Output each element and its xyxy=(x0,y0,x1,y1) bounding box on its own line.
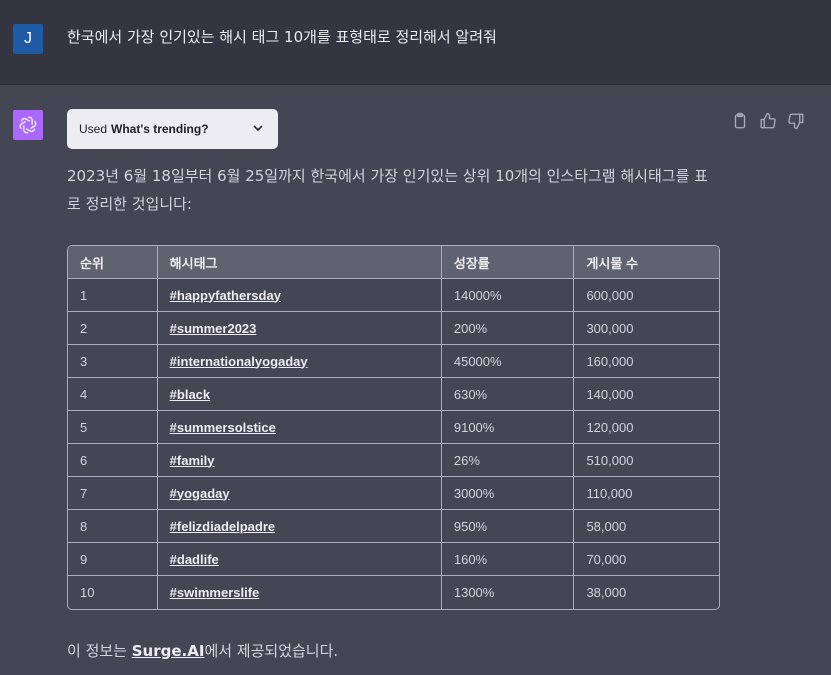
table-row: 8 #felizdiadelpadre 950% 58,000 xyxy=(68,510,719,543)
header-posts: 게시물 수 xyxy=(574,246,719,279)
hashtag-link[interactable]: #felizdiadelpadre xyxy=(157,510,442,543)
posts-cell: 600,000 xyxy=(574,279,719,312)
growth-cell: 14000% xyxy=(441,279,575,312)
hashtag-link[interactable]: #yogaday xyxy=(157,477,442,510)
source-link[interactable]: Surge.AI xyxy=(132,642,205,660)
plugin-name: What's trending? xyxy=(111,122,209,136)
rank-cell: 9 xyxy=(68,543,158,576)
table-header-row: 순위 해시태그 성장률 게시물 수 xyxy=(68,246,719,279)
clipboard-icon[interactable] xyxy=(731,112,749,130)
hashtag-link[interactable]: #dadlife xyxy=(157,543,442,576)
hashtag-link[interactable]: #happyfathersday xyxy=(157,279,442,312)
posts-cell: 70,000 xyxy=(574,543,719,576)
rank-cell: 6 xyxy=(68,444,158,477)
posts-cell: 38,000 xyxy=(586,585,627,600)
growth-cell: 630% xyxy=(441,378,575,411)
hashtag-link[interactable]: #summer2023 xyxy=(157,312,442,345)
growth-cell: 950% xyxy=(441,510,575,543)
growth-cell: 45000% xyxy=(441,345,575,378)
assistant-intro-text: 2023년 6월 18일부터 6월 25일까지 한국에서 가장 인기있는 상위 … xyxy=(67,167,708,213)
table-row: 4 #black 630% 140,000 xyxy=(68,378,719,411)
table-row: 2 #summer2023 200% 300,000 xyxy=(68,312,719,345)
growth-cell: 200% xyxy=(441,312,575,345)
rank-cell: 3 xyxy=(68,345,158,378)
message-actions xyxy=(731,112,811,132)
posts-cell: 140,000 xyxy=(574,378,719,411)
chevron-down-icon xyxy=(252,122,264,137)
posts-cell: 510,000 xyxy=(574,444,719,477)
rank-cell: 5 xyxy=(68,411,158,444)
rank-cell: 10 xyxy=(68,576,158,609)
growth-cell: 3000% xyxy=(441,477,575,510)
openai-logo-icon xyxy=(13,110,43,140)
user-message-row: J 한국에서 가장 인기있는 해시 태그 10개를 표형태로 정리해서 알려줘 xyxy=(0,0,831,85)
table-row: 5 #summersolstice 9100% 120,000 xyxy=(68,411,719,444)
thumbs-down-icon[interactable] xyxy=(787,112,805,130)
rank-cell: 8 xyxy=(68,510,158,543)
hashtag-link[interactable]: #internationalyogaday xyxy=(157,345,442,378)
table-row: 6 #family 26% 510,000 xyxy=(68,444,719,477)
header-growth: 성장률 xyxy=(441,246,575,279)
hashtag-link[interactable]: #family xyxy=(157,444,442,477)
plugin-used-dropdown[interactable]: Used What's trending? xyxy=(67,109,278,149)
outro-before: 이 정보는 xyxy=(67,642,132,660)
posts-cell: 300,000 xyxy=(574,312,719,345)
hashtag-link[interactable]: #black xyxy=(157,378,442,411)
table-row: 3 #internationalyogaday 45000% 160,000 xyxy=(68,345,719,378)
thumbs-up-icon[interactable] xyxy=(759,112,777,130)
growth-cell: 9100% xyxy=(441,411,575,444)
rank-cell: 1 xyxy=(68,279,158,312)
posts-cell: 110,000 xyxy=(574,477,719,510)
table-row: 7 #yogaday 3000% 110,000 xyxy=(68,477,719,510)
user-avatar: J xyxy=(13,24,43,54)
growth-cell: 26% xyxy=(441,444,575,477)
header-rank: 순위 xyxy=(68,246,158,279)
posts-cell: 58,000 xyxy=(574,510,719,543)
outro-after: 에서 제공되었습니다. xyxy=(204,642,339,660)
table-row: 1 #happyfathersday 14000% 600,000 xyxy=(68,279,719,312)
hashtag-table: 순위 해시태그 성장률 게시물 수 1 #happyfathersday 140… xyxy=(67,245,720,610)
rank-cell: 7 xyxy=(68,477,158,510)
hashtag-link[interactable]: #swimmerslife xyxy=(158,576,442,609)
hashtag-link[interactable]: #summersolstice xyxy=(157,411,442,444)
plugin-used-label: Used xyxy=(79,122,108,136)
user-message-text: 한국에서 가장 인기있는 해시 태그 10개를 표형태로 정리해서 알려줘 xyxy=(67,28,497,46)
rank-cell: 4 xyxy=(68,378,158,411)
rank-cell: 2 xyxy=(68,312,158,345)
table-row: 10 #swimmerslife 1300% 38,000 xyxy=(68,576,719,609)
posts-cell: 120,000 xyxy=(574,411,719,444)
table-row: 9 #dadlife 160% 70,000 xyxy=(68,543,719,576)
posts-cell: 160,000 xyxy=(574,345,719,378)
header-hashtag: 해시태그 xyxy=(157,246,442,279)
assistant-outro-text: 이 정보는 Surge.AI에서 제공되었습니다. xyxy=(67,640,338,662)
growth-cell: 1300% xyxy=(442,576,575,609)
growth-cell: 160% xyxy=(441,543,575,576)
